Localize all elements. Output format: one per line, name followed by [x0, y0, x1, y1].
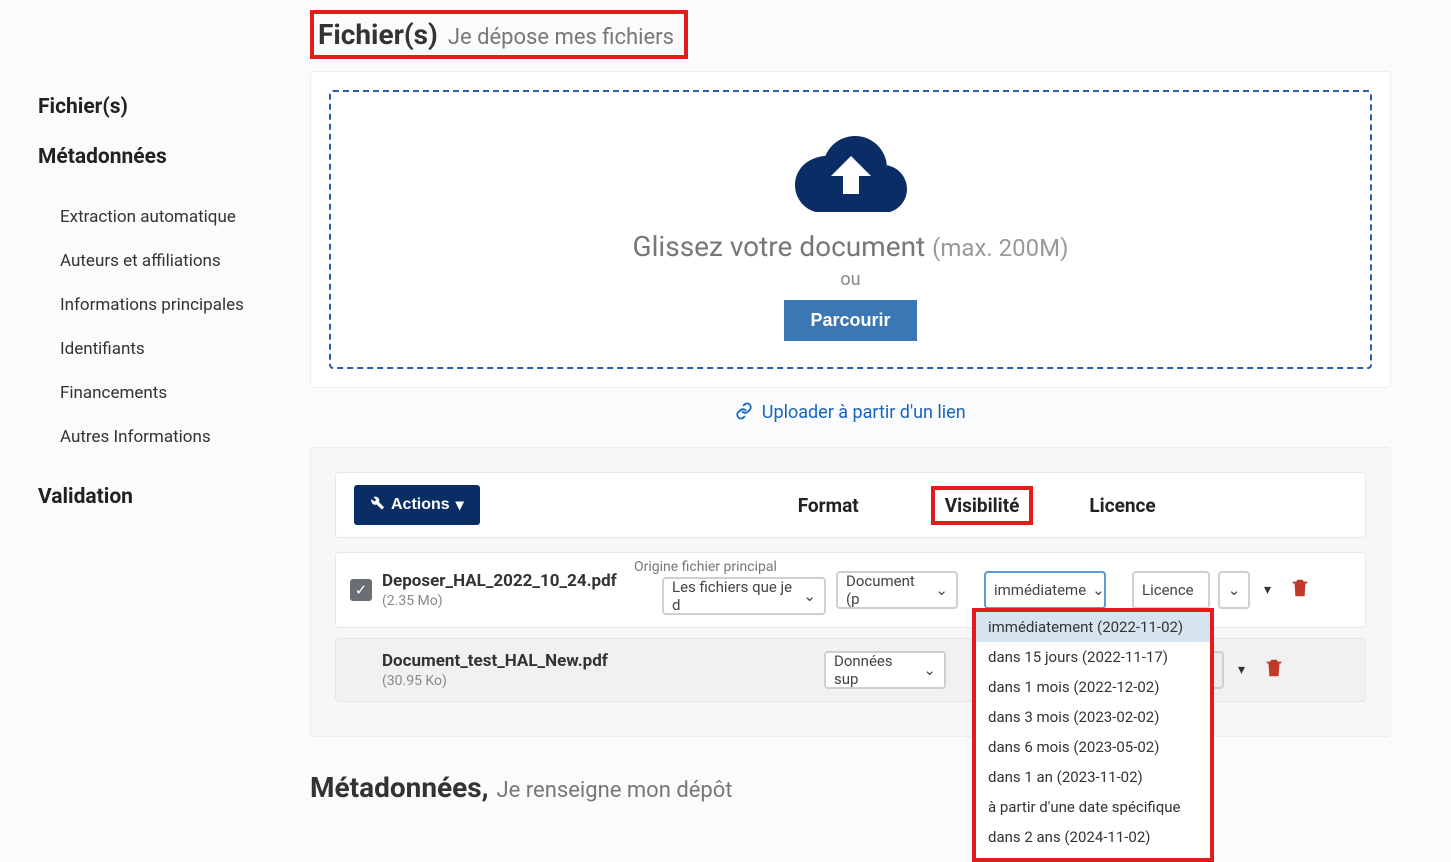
wrench-icon [370, 495, 385, 515]
browse-button[interactable]: Parcourir [784, 300, 916, 341]
visibility-dropdown-highlight: immédiatement (2022-11-02) dans 15 jours… [972, 608, 1214, 862]
table-row: ✓ Deposer_HAL_2022_10_24.pdf (2.35 Mo) O… [335, 552, 1366, 628]
chevron-down-icon: ⌄ [803, 587, 816, 605]
visibility-option[interactable]: dans 1 an (2023-11-02) [976, 762, 1210, 792]
chevron-down-icon: ⌄ [923, 661, 936, 679]
checkbox-checked[interactable]: ✓ [350, 579, 372, 601]
metadata-section-title-row: Métadonnées, Je renseigne mon dépôt [310, 771, 1391, 804]
page-subtitle: Je dépose mes fichiers [448, 25, 674, 50]
sidebar-item-auteurs[interactable]: Auteurs et affiliations [38, 239, 290, 283]
cloud-upload-icon [791, 128, 911, 216]
dropzone-text: Glissez votre document (max. 200M) [341, 230, 1360, 263]
actions-label: Actions [391, 496, 450, 514]
page-title: Fichier(s) [318, 18, 438, 51]
sidebar-item-informations[interactable]: Informations principales [38, 283, 290, 327]
sidebar-item-identifiants[interactable]: Identifiants [38, 327, 290, 371]
origin-value: Les fichiers que je d [672, 578, 797, 614]
sidebar-section-fichiers[interactable]: Fichier(s) [38, 95, 290, 119]
sidebar: Fichier(s) Métadonnées Extraction automa… [0, 0, 290, 834]
link-icon [735, 402, 753, 425]
visibility-option[interactable]: dans 2 ans (2024-11-02) [976, 822, 1210, 852]
sidebar-item-extraction[interactable]: Extraction automatique [38, 195, 290, 239]
metadata-section-subtitle: Je renseigne mon dépôt [497, 778, 733, 803]
main-content: Fichier(s) Je dépose mes fichiers Glisse… [290, 0, 1451, 834]
dropzone-text-size: (max. 200M) [932, 234, 1068, 262]
caret-down-icon: ▾ [456, 495, 464, 515]
format-value: Document (p [846, 572, 929, 608]
dropzone-text-main: Glissez votre document [633, 230, 926, 263]
sidebar-item-autres[interactable]: Autres Informations [38, 415, 290, 459]
licence-value: Licence [1142, 581, 1194, 599]
format-select[interactable]: Données sup ⌄ [824, 651, 946, 689]
chevron-down-icon: ⌄ [1092, 581, 1105, 599]
format-select[interactable]: Document (p ⌄ [836, 571, 958, 609]
visibility-select[interactable]: immédiateme ⌄ [984, 571, 1106, 609]
file-name: Deposer_HAL_2022_10_24.pdf [382, 571, 638, 591]
file-size: (2.35 Mo) [382, 593, 638, 609]
dropzone-or: ou [341, 269, 1360, 290]
chevron-down-icon: ⌄ [1228, 581, 1241, 599]
column-header-visibility: Visibilité [945, 494, 1020, 517]
file-table: Actions ▾ Format Visibilité Licence ✓ De… [310, 447, 1391, 737]
sidebar-section-metadonnees[interactable]: Métadonnées [38, 145, 290, 169]
actions-button[interactable]: Actions ▾ [354, 485, 480, 525]
origin-label: Origine fichier principal [634, 559, 777, 575]
dropzone[interactable]: Glissez votre document (max. 200M) ou Pa… [329, 90, 1372, 369]
visibility-option[interactable]: dans 1 mois (2022-12-02) [976, 672, 1210, 702]
upload-link-label: Uploader à partir d'un lien [762, 402, 966, 423]
column-header-format: Format [798, 494, 859, 517]
page-title-highlight: Fichier(s) Je dépose mes fichiers [310, 10, 688, 59]
licence-select[interactable]: Licence [1132, 571, 1210, 609]
file-size: (30.95 Ko) [382, 673, 656, 689]
column-header-visibility-highlight: Visibilité [931, 486, 1034, 525]
format-value: Données sup [834, 652, 917, 688]
origin-select[interactable]: Les fichiers que je d ⌄ [662, 577, 826, 615]
visibility-option[interactable]: à partir d'une date spécifique [976, 792, 1210, 822]
dropzone-card: Glissez votre document (max. 200M) ou Pa… [310, 71, 1391, 388]
visibility-option[interactable]: immédiatement (2022-11-02) [976, 612, 1210, 642]
delete-button[interactable] [1289, 577, 1315, 603]
file-name: Document_test_HAL_New.pdf [382, 651, 656, 671]
upload-from-link[interactable]: Uploader à partir d'un lien [735, 402, 965, 423]
row-expand-caret[interactable]: ▾ [1264, 582, 1271, 598]
visibility-option[interactable]: dans 6 mois (2023-05-02) [976, 732, 1210, 762]
row-expand-caret[interactable]: ▾ [1238, 662, 1245, 678]
chevron-down-icon: ⌄ [935, 581, 948, 599]
sidebar-item-financements[interactable]: Financements [38, 371, 290, 415]
file-table-header: Actions ▾ Format Visibilité Licence [335, 472, 1366, 538]
column-header-licence: Licence [1089, 494, 1155, 517]
visibility-value: immédiateme [994, 581, 1086, 599]
visibility-option[interactable]: dans 3 mois (2023-02-02) [976, 702, 1210, 732]
delete-button[interactable] [1263, 657, 1289, 683]
visibility-option[interactable]: dans 15 jours (2022-11-17) [976, 642, 1210, 672]
metadata-section-title: Métadonnées, [310, 771, 489, 804]
licence-dropdown-button[interactable]: ⌄ [1218, 571, 1250, 609]
sidebar-section-validation[interactable]: Validation [38, 485, 290, 509]
